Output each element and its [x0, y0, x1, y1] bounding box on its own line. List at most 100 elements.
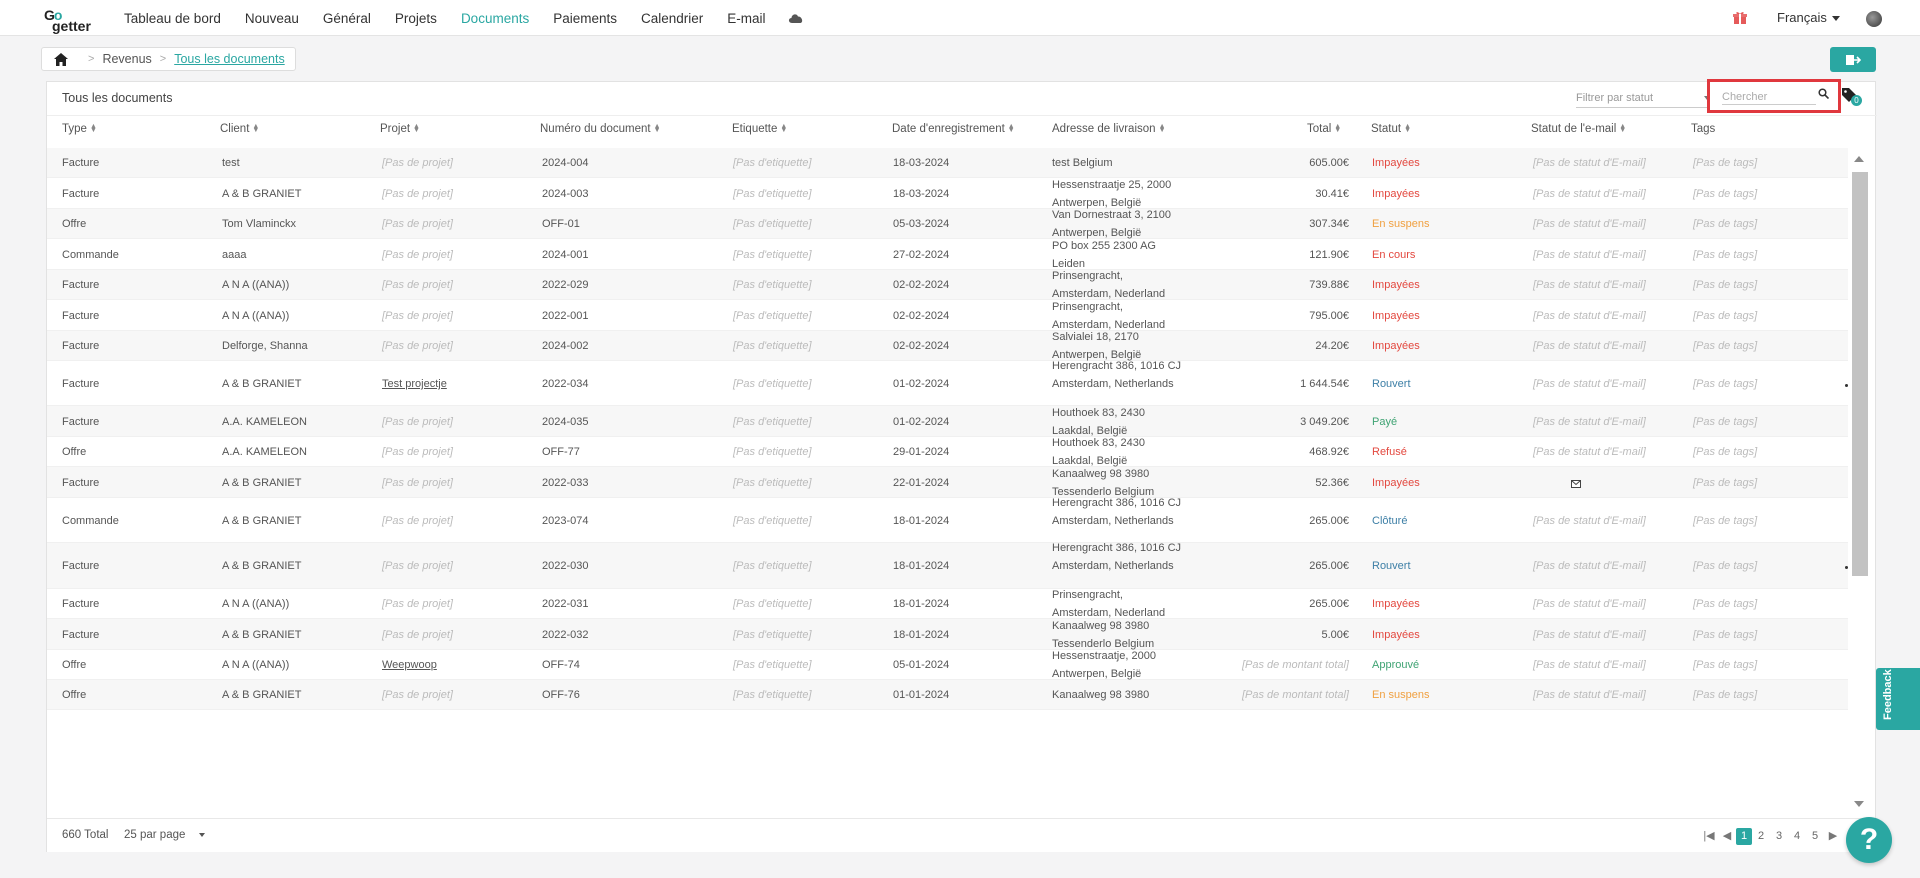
- prev-page-icon[interactable]: ◀: [1718, 828, 1736, 845]
- cell-project-link[interactable]: Weepwoop: [382, 656, 437, 674]
- cell-status: Rouvert: [1372, 378, 1411, 390]
- home-icon[interactable]: [54, 52, 68, 66]
- col-type-label: Type: [62, 123, 87, 135]
- cell-total: 1 644.54€: [1300, 378, 1349, 390]
- nav-item-2[interactable]: Général: [323, 11, 371, 26]
- cell-project: [Pas de projet]: [382, 340, 453, 352]
- table-row[interactable]: Commande aaaa [Pas de projet] 2024-001 [Pas …: [47, 239, 1848, 270]
- page-3[interactable]: 3: [1770, 828, 1788, 845]
- cell-client: A N A ((ANA)): [222, 659, 290, 671]
- help-button[interactable]: ?: [1846, 817, 1892, 863]
- search-icon[interactable]: [1818, 88, 1829, 99]
- col-number[interactable]: Numéro du document ▲ ▼: [540, 123, 661, 135]
- table-row[interactable]: Facture A & B GRANIET [Pas de projet] 2022-…: [47, 619, 1848, 650]
- table-scrollbar[interactable]: [1849, 148, 1869, 818]
- cell-type: Facture: [62, 310, 100, 322]
- next-page-icon[interactable]: ▶: [1824, 828, 1842, 845]
- table-row[interactable]: Offre A.A. KAMELEON [Pas de projet] OFF-77 […: [47, 437, 1848, 467]
- cell-label: [Pas d'etiquette]: [733, 279, 812, 291]
- cell-number: OFF-77: [542, 446, 580, 458]
- nav-item-6[interactable]: Calendrier: [641, 11, 703, 26]
- table-row[interactable]: Offre Tom Vlaminckx [Pas de projet] OFF-01 […: [47, 209, 1848, 239]
- cell-email-status: [Pas de statut d'E-mail]: [1533, 515, 1646, 527]
- cell-total: 307.34€: [1309, 218, 1349, 230]
- table-row[interactable]: Facture A & B GRANIET [Pas de projet] 2022-…: [47, 467, 1848, 498]
- col-project[interactable]: Projet ▲ ▼: [380, 123, 420, 135]
- nav-item-3[interactable]: Projets: [395, 11, 437, 26]
- table-row[interactable]: Offre A N A ((ANA)) Weepwoop OFF-74 [Pas d'e…: [47, 650, 1848, 680]
- gogetter-logo[interactable]: Go getter: [42, 6, 102, 34]
- cell-email-status: [Pas de statut d'E-mail]: [1533, 689, 1646, 701]
- page-5[interactable]: 5: [1806, 828, 1824, 845]
- nav-item-1[interactable]: Nouveau: [245, 11, 299, 26]
- avatar[interactable]: [1866, 11, 1882, 27]
- cell-label: [Pas d'etiquette]: [733, 188, 812, 200]
- search-input[interactable]: [1722, 89, 1816, 105]
- nav-item-0[interactable]: Tableau de bord: [124, 11, 221, 26]
- col-label[interactable]: Etiquette ▲ ▼: [732, 123, 787, 135]
- per-page-select[interactable]: 25 par page: [124, 829, 206, 841]
- cell-address: Kanaalweg 98 3980: [1052, 689, 1150, 701]
- gift-icon[interactable]: [1733, 11, 1747, 25]
- breadcrumb-all-documents[interactable]: Tous les documents: [174, 52, 284, 66]
- cell-status: Impayées: [1372, 157, 1420, 169]
- col-total[interactable]: Total ▲ ▼: [1307, 123, 1341, 135]
- nav-item-4[interactable]: Documents: [461, 11, 529, 26]
- table-row[interactable]: Facture test [Pas de projet] 2024-004 [Pas d…: [47, 148, 1848, 178]
- col-client[interactable]: Client ▲ ▼: [220, 123, 259, 135]
- cell-address: Herengracht 386, 1016 CJ Amsterdam, Neth…: [1052, 542, 1182, 572]
- tag-filter-button[interactable]: 0: [1841, 87, 1863, 109]
- table-row[interactable]: Facture A & B GRANIET Test projectje 2022-0…: [47, 360, 1848, 406]
- cell-total: 5.00€: [1321, 629, 1349, 641]
- table-row[interactable]: Commande A & B GRANIET [Pas de projet] 2023…: [47, 497, 1848, 543]
- chevron-down-icon: [1831, 16, 1840, 22]
- first-page-icon[interactable]: |◀: [1700, 828, 1718, 845]
- export-button[interactable]: [1830, 47, 1876, 72]
- scrollbar-thumb[interactable]: [1852, 172, 1868, 576]
- col-date[interactable]: Date d'enregistrement ▲ ▼: [892, 123, 1015, 135]
- cell-total: 265.00€: [1309, 560, 1349, 572]
- cell-number: 2023-074: [542, 515, 589, 527]
- breadcrumb-revenus[interactable]: Revenus: [102, 52, 151, 66]
- feedback-tab[interactable]: Feedback: [1876, 668, 1920, 730]
- table-row[interactable]: Facture A N A ((ANA)) [Pas de projet] 2022-…: [47, 270, 1848, 300]
- cell-number: 2022-029: [542, 279, 589, 291]
- cell-label: [Pas d'etiquette]: [733, 249, 812, 261]
- col-tags: Tags: [1691, 123, 1715, 135]
- cell-tags: [Pas de tags]: [1693, 279, 1758, 291]
- status-filter-select[interactable]: Filtrer par statut: [1576, 89, 1710, 108]
- nav-item-5[interactable]: Paiements: [553, 11, 617, 26]
- page-4[interactable]: 4: [1788, 828, 1806, 845]
- scroll-up-icon[interactable]: [1854, 156, 1864, 162]
- table-row[interactable]: Facture A & B GRANIET [Pas de projet] 2022-…: [47, 542, 1848, 589]
- sort-icon: ▲ ▼: [89, 122, 97, 134]
- table-row[interactable]: Facture Delforge, Shanna [Pas de projet] 20…: [47, 331, 1848, 361]
- cell-type: Facture: [62, 188, 100, 200]
- table-row[interactable]: Facture A N A ((ANA)) [Pas de projet] 2022-…: [47, 589, 1848, 619]
- cloud-icon[interactable]: [788, 13, 804, 23]
- col-type[interactable]: Type ▲ ▼: [62, 123, 97, 135]
- cell-type: Facture: [62, 340, 100, 352]
- cell-tags: [Pas de tags]: [1693, 629, 1758, 641]
- table-row[interactable]: Facture A.A. KAMELEON [Pas de projet] 2024-…: [47, 406, 1848, 437]
- col-email-status[interactable]: Statut de l'e-mail ▲ ▼: [1531, 123, 1626, 135]
- table-row[interactable]: Facture A N A ((ANA)) [Pas de projet] 2022-…: [47, 300, 1848, 331]
- nav-item-7[interactable]: E-mail: [727, 11, 765, 26]
- cell-project-link[interactable]: Test projectje: [382, 375, 447, 393]
- table-row[interactable]: Offre A & B GRANIET [Pas de projet] OFF-76 […: [47, 680, 1848, 710]
- envelope-icon[interactable]: [1571, 477, 1581, 488]
- cell-email-status: [Pas de statut d'E-mail]: [1533, 157, 1646, 169]
- cell-total: 121.90€: [1309, 249, 1349, 261]
- language-selector[interactable]: Français: [1777, 10, 1840, 25]
- page-1[interactable]: 1: [1736, 827, 1752, 845]
- cell-label: [Pas d'etiquette]: [733, 378, 812, 390]
- col-status[interactable]: Statut ▲ ▼: [1371, 123, 1411, 135]
- cell-client: A N A ((ANA)): [222, 279, 290, 291]
- scroll-down-icon[interactable]: [1854, 801, 1864, 807]
- table-row[interactable]: Facture A & B GRANIET [Pas de projet] 2024-…: [47, 178, 1848, 209]
- page-2[interactable]: 2: [1752, 828, 1770, 845]
- cell-date: 18-01-2024: [893, 629, 950, 641]
- col-client-label: Client: [220, 123, 250, 135]
- col-address[interactable]: Adresse de livraison ▲ ▼: [1052, 123, 1166, 135]
- cell-tags: [Pas de tags]: [1693, 598, 1758, 610]
